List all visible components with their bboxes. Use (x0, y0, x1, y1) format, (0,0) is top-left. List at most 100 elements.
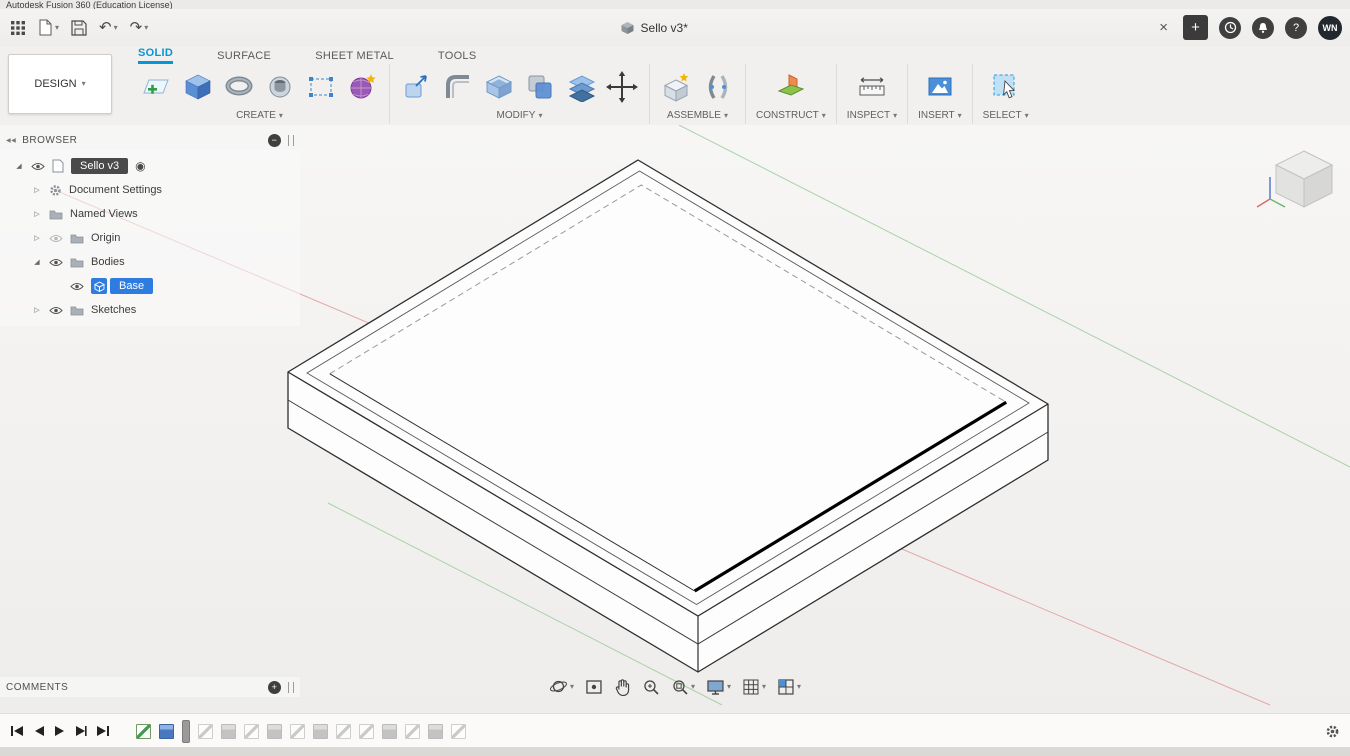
offset-plane-button[interactable] (564, 69, 598, 105)
create-form-button[interactable] (345, 69, 379, 105)
new-component-button[interactable] (660, 69, 694, 105)
timeline-feature-extrude[interactable] (267, 723, 282, 739)
browser-header[interactable]: ◀◀ BROWSER − (0, 130, 300, 150)
tab-tools[interactable]: TOOLS (438, 50, 477, 64)
browser-item-base[interactable]: Base (0, 274, 300, 298)
extrude-button[interactable] (181, 69, 215, 105)
body-silhouette[interactable] (287, 159, 1049, 673)
user-avatar[interactable]: WN (1318, 15, 1342, 40)
panel-drag-grip[interactable] (288, 134, 294, 146)
expand-arrow-icon[interactable]: ▷ (32, 186, 42, 194)
timeline-feature-sketch[interactable] (290, 723, 305, 739)
minimize-browser-icon[interactable]: − (268, 133, 281, 147)
timeline-feature-sketch[interactable] (336, 723, 351, 739)
timeline-feature-sketch[interactable] (405, 723, 420, 739)
timeline-feature-extrude[interactable] (159, 723, 174, 739)
insert-dropdown[interactable]: INSERT ▾ (918, 110, 962, 124)
inspect-dropdown[interactable]: INSPECT ▾ (847, 110, 897, 124)
move-copy-button[interactable] (605, 69, 639, 105)
help-button[interactable]: ? (1285, 16, 1307, 39)
press-pull-button[interactable] (400, 69, 434, 105)
tab-solid[interactable]: SOLID (138, 47, 174, 64)
document-tab[interactable]: Sello v3* (148, 21, 1159, 35)
job-status-button[interactable] (1219, 16, 1241, 39)
tab-close-button[interactable]: × (1159, 19, 1168, 36)
go-to-end-button[interactable] (96, 725, 110, 737)
file-menu-button[interactable]: ▾ (38, 19, 59, 36)
timeline-feature-sketch[interactable] (244, 723, 259, 739)
select-button[interactable] (989, 69, 1023, 105)
add-comment-icon[interactable]: + (268, 680, 281, 694)
timeline-feature-sketch[interactable] (359, 723, 374, 739)
timeline-feature-extrude[interactable] (382, 723, 397, 739)
select-dropdown[interactable]: SELECT ▾ (983, 110, 1029, 124)
insert-canvas-button[interactable] (923, 69, 957, 105)
timeline-settings-button[interactable] (1325, 724, 1340, 739)
model-body-base[interactable] (287, 159, 1049, 673)
measure-button[interactable] (855, 69, 889, 105)
comments-header[interactable]: COMMENTS + (0, 677, 300, 697)
workspace-selector[interactable]: DESIGN ▾ (8, 54, 112, 114)
timeline-feature-extrude[interactable] (221, 723, 236, 739)
viewports-button[interactable]: ▾ (775, 676, 803, 698)
grid-settings-button[interactable]: ▾ (740, 676, 768, 698)
go-to-start-button[interactable] (10, 725, 24, 737)
construct-dropdown[interactable]: CONSTRUCT ▾ (756, 110, 826, 124)
tab-surface[interactable]: SURFACE (217, 50, 271, 64)
expand-arrow-icon[interactable]: ▷ (32, 306, 42, 314)
timeline-rollback-marker[interactable] (182, 719, 190, 743)
panel-drag-grip[interactable] (288, 681, 294, 693)
zoom-button[interactable] (640, 676, 662, 698)
component-name[interactable]: Sello v3 (71, 158, 129, 174)
notifications-button[interactable] (1252, 16, 1274, 39)
save-button[interactable] (71, 19, 87, 36)
timeline-feature-extrude[interactable] (428, 723, 443, 739)
visibility-eye-icon[interactable] (49, 258, 63, 267)
modify-dropdown[interactable]: MODIFY ▾ (497, 110, 543, 124)
browser-item-sketches[interactable]: ▷ Sketches (0, 298, 300, 322)
construct-plane-button[interactable] (774, 69, 808, 105)
shell-button[interactable] (482, 69, 516, 105)
app-grid-button[interactable] (10, 20, 26, 36)
display-settings-button[interactable]: ▾ (704, 676, 733, 698)
undo-button[interactable]: ↶ ▾ (99, 20, 118, 35)
browser-item-origin[interactable]: ▷ Origin (0, 226, 300, 250)
viewport[interactable]: ◀◀ BROWSER − ◢ Sello v3 ◉ ▷ Document Set… (0, 125, 1350, 713)
browser-item-bodies[interactable]: ◢ Bodies (0, 250, 300, 274)
step-back-button[interactable] (33, 725, 45, 737)
look-at-button[interactable] (583, 676, 605, 698)
view-cube[interactable] (1252, 141, 1344, 229)
assemble-dropdown[interactable]: ASSEMBLE ▾ (667, 110, 728, 124)
tab-sheet-metal[interactable]: SHEET METAL (315, 50, 394, 64)
timeline-feature-extrude[interactable] (313, 723, 328, 739)
create-sketch-button[interactable] (140, 69, 174, 105)
timeline-feature-sketch[interactable] (198, 723, 213, 739)
visibility-eye-icon[interactable] (49, 234, 63, 243)
play-button[interactable] (54, 725, 66, 737)
visibility-eye-icon[interactable] (49, 306, 63, 315)
timeline-feature-sketch[interactable] (451, 723, 466, 739)
redo-button[interactable]: ↷ ▾ (130, 20, 149, 35)
pan-button[interactable] (612, 676, 633, 698)
timeline-feature-sketch[interactable] (136, 723, 151, 739)
visibility-eye-icon[interactable] (70, 282, 84, 291)
visibility-eye-icon[interactable] (31, 162, 45, 171)
step-forward-button[interactable] (75, 725, 87, 737)
expand-arrow-icon[interactable]: ◢ (32, 258, 42, 266)
fit-view-button[interactable]: ▾ (669, 676, 697, 698)
joint-button[interactable] (701, 69, 735, 105)
browser-item-document-settings[interactable]: ▷ Document Settings (0, 178, 300, 202)
pattern-button[interactable] (304, 69, 338, 105)
orbit-button[interactable]: ▾ (547, 675, 576, 698)
browser-item-root[interactable]: ◢ Sello v3 ◉ (0, 154, 300, 178)
expand-arrow-icon[interactable]: ▷ (32, 210, 42, 218)
browser-item-named-views[interactable]: ▷ Named Views (0, 202, 300, 226)
new-tab-button[interactable]: + (1183, 15, 1208, 40)
expand-arrow-icon[interactable]: ▷ (32, 234, 42, 242)
collapse-panel-icon[interactable]: ◀◀ (6, 137, 16, 144)
body-name-selected[interactable]: Base (110, 278, 154, 294)
fillet-button[interactable] (441, 69, 475, 105)
activate-component-radio[interactable]: ◉ (135, 159, 145, 173)
combine-button[interactable] (523, 69, 557, 105)
create-dropdown[interactable]: CREATE ▾ (236, 110, 283, 124)
